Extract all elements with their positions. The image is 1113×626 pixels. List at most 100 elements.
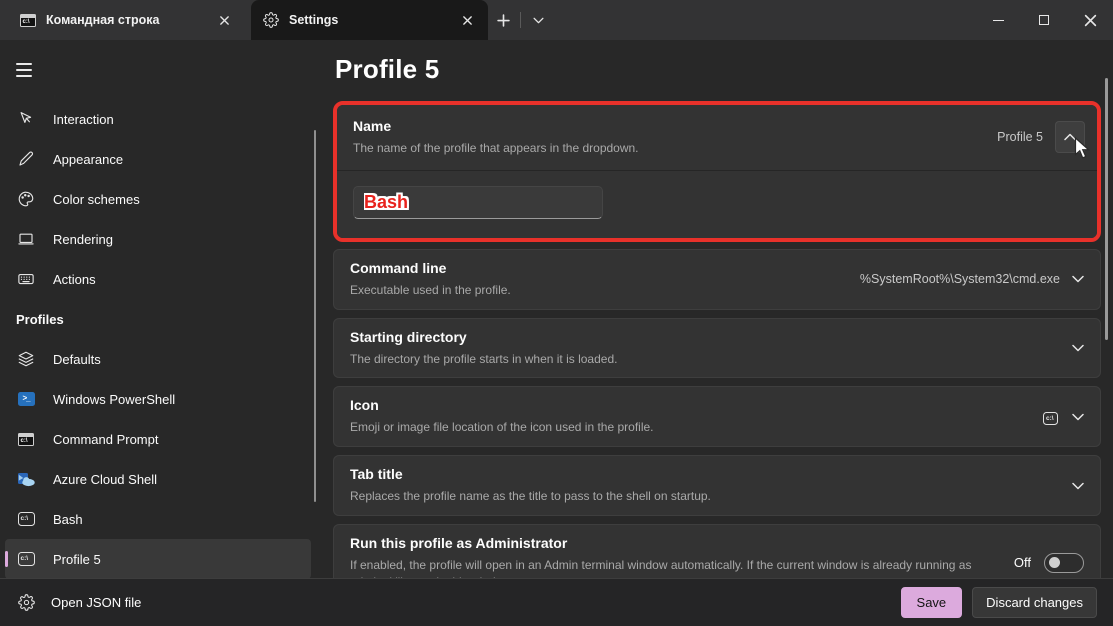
- plus-icon: [497, 14, 510, 27]
- discard-changes-button[interactable]: Discard changes: [972, 587, 1097, 618]
- name-setting-header[interactable]: Name The name of the profile that appear…: [337, 105, 1097, 170]
- close-icon: [462, 15, 473, 26]
- sidebar-item-label: Interaction: [53, 112, 114, 127]
- window-controls: [975, 0, 1113, 40]
- sidebar-item-label: Bash: [53, 512, 83, 527]
- gear-icon: [263, 12, 279, 28]
- settings-sidebar: Interaction Appearance Color schemes Ren…: [0, 40, 325, 626]
- sidebar-item-appearance[interactable]: Appearance: [5, 139, 311, 179]
- setting-description: Replaces the profile name as the title t…: [350, 488, 1072, 505]
- chevron-down-icon[interactable]: [1072, 482, 1084, 490]
- setting-title: Name: [353, 118, 997, 134]
- sidebar-item-rendering[interactable]: Rendering: [5, 219, 311, 259]
- setting-title: Starting directory: [350, 329, 1072, 345]
- sidebar-item-label: Appearance: [53, 152, 123, 167]
- palette-icon: [16, 190, 36, 208]
- sidebar-item-color-schemes[interactable]: Color schemes: [5, 179, 311, 219]
- starting-directory-setting-card[interactable]: Starting directory The directory the pro…: [333, 318, 1101, 379]
- footer-bar: Open JSON file Save Discard changes: [0, 578, 1113, 626]
- open-json-file-button[interactable]: Open JSON file: [16, 594, 141, 611]
- profile-name-input[interactable]: [353, 186, 603, 219]
- close-window-button[interactable]: [1067, 0, 1113, 40]
- azure-cloud-icon: [16, 472, 36, 487]
- open-json-label: Open JSON file: [51, 595, 141, 610]
- tab-title-setting-card[interactable]: Tab title Replaces the profile name as t…: [333, 455, 1101, 516]
- save-button[interactable]: Save: [901, 587, 963, 618]
- terminal-outline-icon: c:\: [16, 512, 36, 526]
- name-setting-card: Name The name of the profile that appear…: [337, 105, 1097, 238]
- titlebar: c:\ Командная строка Settings: [0, 0, 1113, 40]
- terminal-outline-icon: c:\: [1043, 409, 1058, 426]
- chevron-down-icon[interactable]: [1072, 413, 1084, 421]
- profiles-section-header: Profiles: [0, 299, 325, 339]
- tabbar-separator: [520, 12, 521, 28]
- sidebar-item-windows-powershell[interactable]: >_ Windows PowerShell: [5, 379, 311, 419]
- chevron-down-icon[interactable]: [1072, 275, 1084, 283]
- sidebar-item-label: Azure Cloud Shell: [53, 472, 157, 487]
- tab-strip: c:\ Командная строка Settings: [0, 0, 975, 40]
- toggle-state-label: Off: [1014, 555, 1031, 570]
- cmd-icon: c:\: [20, 14, 36, 27]
- setting-preview-value: Profile 5: [997, 130, 1043, 144]
- tab-settings-label: Settings: [289, 13, 446, 27]
- toggle-knob: [1049, 557, 1060, 568]
- close-icon: [1084, 14, 1097, 27]
- chevron-down-icon[interactable]: [1072, 344, 1084, 352]
- setting-description: The name of the profile that appears in …: [353, 140, 997, 157]
- content-scrollbar[interactable]: [1105, 78, 1108, 340]
- sidebar-item-command-prompt[interactable]: c:\ Command Prompt: [5, 419, 311, 459]
- setting-title: Tab title: [350, 466, 1072, 482]
- close-icon: [219, 15, 230, 26]
- collapse-button[interactable]: [1055, 121, 1085, 153]
- sidebar-item-label: Command Prompt: [53, 432, 158, 447]
- sidebar-item-actions[interactable]: Actions: [5, 259, 311, 299]
- setting-description: Executable used in the profile.: [350, 282, 860, 299]
- tab-dropdown-button[interactable]: [523, 0, 553, 40]
- powershell-icon: >_: [16, 392, 36, 406]
- close-tab-icon[interactable]: [213, 9, 235, 31]
- setting-title: Command line: [350, 260, 860, 276]
- sidebar-scrollbar[interactable]: [314, 130, 317, 502]
- close-tab-icon[interactable]: [456, 9, 478, 31]
- terminal-outline-icon: c:\: [16, 552, 36, 566]
- page-title: Profile 5: [335, 54, 1101, 85]
- maximize-button[interactable]: [1021, 0, 1067, 40]
- pen-icon: [16, 150, 36, 168]
- admin-toggle-switch[interactable]: [1044, 553, 1084, 573]
- sidebar-item-label: Rendering: [53, 232, 113, 247]
- settings-content: Profile 5 Name The name of the profile t…: [325, 40, 1113, 626]
- keyboard-icon: [16, 270, 36, 288]
- hamburger-menu-button[interactable]: [6, 53, 46, 87]
- chevron-down-icon: [533, 17, 544, 24]
- icon-setting-card[interactable]: Icon Emoji or image file location of the…: [333, 386, 1101, 447]
- setting-description: The directory the profile starts in when…: [350, 351, 1072, 368]
- setting-title: Icon: [350, 397, 1043, 413]
- setting-title: Run this profile as Administrator: [350, 535, 1014, 551]
- annotation-highlight-box: Name The name of the profile that appear…: [333, 101, 1101, 242]
- sidebar-item-label: Windows PowerShell: [53, 392, 175, 407]
- sidebar-item-label: Actions: [53, 272, 96, 287]
- sidebar-item-label: Color schemes: [53, 192, 140, 207]
- new-tab-button[interactable]: [488, 0, 518, 40]
- monitor-icon: [16, 230, 36, 248]
- sidebar-item-defaults[interactable]: Defaults: [5, 339, 311, 379]
- chevron-up-icon: [1064, 133, 1076, 141]
- sidebar-item-bash[interactable]: c:\ Bash: [5, 499, 311, 539]
- sidebar-item-azure-cloud-shell[interactable]: Azure Cloud Shell: [5, 459, 311, 499]
- tab-terminal[interactable]: c:\ Командная строка: [8, 0, 245, 40]
- sidebar-item-interaction[interactable]: Interaction: [5, 99, 311, 139]
- minimize-button[interactable]: [975, 0, 1021, 40]
- sidebar-item-label: Defaults: [53, 352, 101, 367]
- minimize-icon: [993, 20, 1004, 21]
- tab-terminal-label: Командная строка: [46, 13, 203, 27]
- sidebar-item-profile-5[interactable]: c:\ Profile 5: [5, 539, 311, 579]
- gear-icon: [18, 594, 35, 611]
- cmd-icon: c:\: [16, 433, 36, 446]
- tab-settings[interactable]: Settings: [251, 0, 488, 40]
- layers-icon: [16, 350, 36, 368]
- maximize-icon: [1039, 15, 1049, 25]
- setting-description: Emoji or image file location of the icon…: [350, 419, 1043, 436]
- sidebar-item-label: Profile 5: [53, 552, 101, 567]
- command-line-setting-card[interactable]: Command line Executable used in the prof…: [333, 249, 1101, 310]
- pointer-icon: [16, 110, 36, 128]
